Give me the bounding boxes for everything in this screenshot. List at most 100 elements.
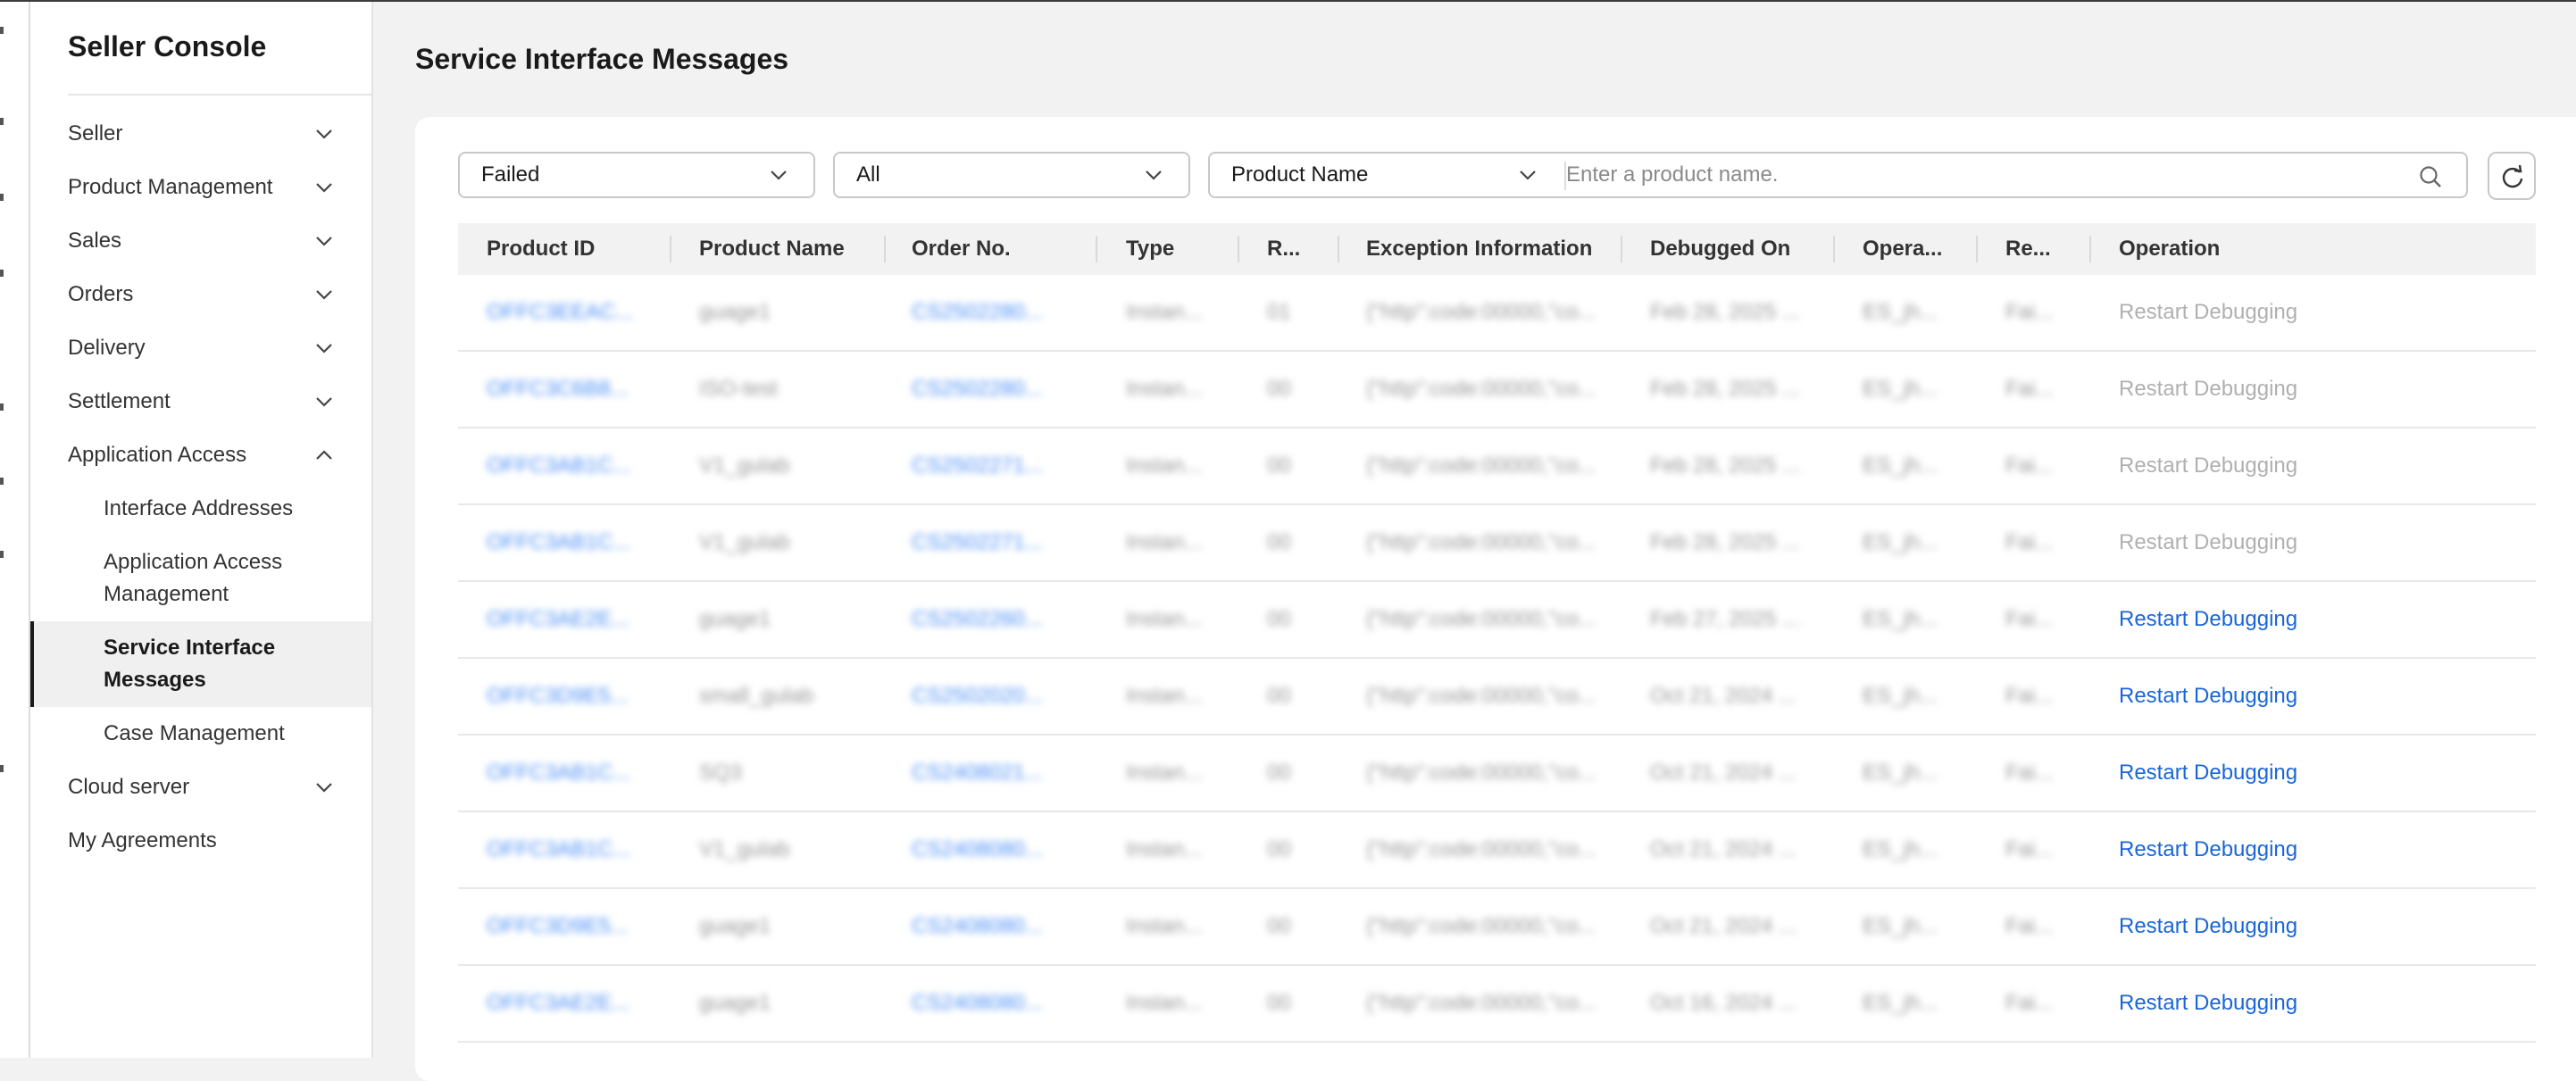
status-filter-select[interactable]: Failed (458, 152, 815, 198)
type-cell: Instan... (1126, 377, 1203, 401)
chevron-down-icon (316, 183, 332, 193)
operation-link[interactable]: Restart Debugging (2119, 275, 2387, 350)
operation-link[interactable]: Restart Debugging (2119, 505, 2387, 580)
column-header-r[interactable]: R... (1267, 223, 1300, 275)
sidebar-item-delivery[interactable]: Delivery (30, 321, 371, 375)
column-header-re[interactable]: Re... (2005, 223, 2051, 275)
sidebar-item-orders[interactable]: Orders (30, 268, 371, 321)
chevron-down-icon (316, 397, 332, 407)
sidebar-item-seller[interactable]: Seller (30, 107, 371, 161)
column-divider[interactable] (884, 236, 886, 262)
r-cell: 00 (1267, 761, 1291, 785)
order-no-cell[interactable]: CS2408080... (912, 966, 1072, 1041)
operator-cell: ES_jh... (1863, 991, 1938, 1015)
operation-link[interactable]: Restart Debugging (2119, 966, 2387, 1041)
column-header-type[interactable]: Type (1126, 223, 1174, 275)
column-header-product-id[interactable]: Product ID (487, 223, 595, 275)
operator-cell: ES_jh... (1863, 377, 1938, 401)
column-header-operator[interactable]: Opera... (1863, 223, 1942, 275)
type-filter-select[interactable]: All (833, 152, 1190, 198)
r-cell: 01 (1267, 300, 1291, 324)
r-cell: 00 (1267, 914, 1291, 938)
product-id-cell[interactable]: OFFC3AB1C... (487, 505, 647, 580)
order-no-cell[interactable]: CS2408021... (912, 736, 1072, 811)
rail-icon[interactable] (0, 270, 4, 277)
operation-link[interactable]: Restart Debugging (2119, 812, 2387, 887)
rail-icon[interactable] (0, 551, 4, 558)
order-no-cell[interactable]: CS2408080... (912, 812, 1072, 887)
sidebar-item-label: Delivery (68, 336, 146, 360)
sidebar-item-product-management[interactable]: Product Management (30, 161, 371, 214)
order-no-cell[interactable]: CS2502280... (912, 352, 1072, 427)
column-header-debugged-on[interactable]: Debugged On (1650, 223, 1790, 275)
column-divider[interactable] (2089, 236, 2091, 262)
debugged-on-cell: Feb 28, 2025 ... (1650, 530, 1801, 554)
sidebar-subitem-label: Case Management (104, 721, 285, 745)
product-id-cell[interactable]: OFFC3AE2E... (487, 966, 647, 1041)
sidebar-item-my-agreements[interactable]: My Agreements (30, 814, 371, 868)
column-divider[interactable] (1238, 236, 1239, 262)
search-input[interactable] (1566, 153, 2405, 197)
order-no-cell[interactable]: CS2502271... (912, 428, 1072, 503)
rail-icon[interactable] (0, 403, 4, 411)
sidebar-item-label: Sales (68, 229, 122, 253)
table-row: OFFC3AB1C... V1_gulab CS2502271... Instan..… (458, 428, 2536, 505)
order-no-cell[interactable]: CS2502280... (912, 275, 1072, 350)
operation-link[interactable]: Restart Debugging (2119, 889, 2387, 964)
sidebar-subitem-case-management[interactable]: Case Management (30, 707, 371, 761)
product-id-cell[interactable]: OFFC3EEAC... (487, 275, 647, 350)
product-id-cell[interactable]: OFFC3AE2E... (487, 582, 647, 657)
column-divider[interactable] (1621, 236, 1622, 262)
order-no-cell[interactable]: CS2408080... (912, 889, 1072, 964)
sidebar-item-cloud-server[interactable]: Cloud server (30, 761, 371, 814)
column-divider[interactable] (1976, 236, 1978, 262)
rail-icon[interactable] (0, 765, 4, 772)
operation-link[interactable]: Restart Debugging (2119, 736, 2387, 811)
exception-cell: {"http":code:00000,"co... (1366, 300, 1596, 324)
re-cell: Fai... (2005, 914, 2054, 938)
sidebar-subitem-interface-addresses[interactable]: Interface Addresses (30, 482, 371, 536)
operation-link[interactable]: Restart Debugging (2119, 352, 2387, 427)
sidebar-item-sales[interactable]: Sales (30, 214, 371, 268)
product-id-cell[interactable]: OFFC3C6B8... (487, 352, 647, 427)
column-header-product-name[interactable]: Product Name (699, 223, 845, 275)
column-header-order-no[interactable]: Order No. (912, 223, 1011, 275)
operator-cell: ES_jh... (1863, 684, 1938, 708)
sidebar-subitem-application-access-management[interactable]: Application Access Management (30, 536, 371, 621)
product-id-cell[interactable]: OFFC3AB1C... (487, 812, 647, 887)
column-divider[interactable] (1833, 236, 1835, 262)
operation-link[interactable]: Restart Debugging (2119, 582, 2387, 657)
status-filter-value: Failed (481, 162, 540, 187)
type-cell: Instan... (1126, 914, 1203, 938)
column-divider[interactable] (1096, 236, 1097, 262)
search-icon[interactable] (2418, 164, 2443, 189)
order-no-cell[interactable]: CS2502271... (912, 505, 1072, 580)
order-no-cell[interactable]: CS2502020... (912, 659, 1072, 734)
column-divider[interactable] (670, 236, 671, 262)
operation-link[interactable]: Restart Debugging (2119, 659, 2387, 734)
sidebar-item-settlement[interactable]: Settlement (30, 375, 371, 428)
product-id-cell[interactable]: OFFC3D9E5... (487, 659, 647, 734)
product-id-cell[interactable]: OFFC3D9E5... (487, 889, 647, 964)
sidebar-subitem-service-interface-messages[interactable]: Service Interface Messages (30, 621, 371, 707)
rail-icon[interactable] (0, 478, 4, 485)
search-field-select[interactable]: Product Name (1208, 152, 1561, 198)
order-no-cell[interactable]: CS2502260... (912, 582, 1072, 657)
product-name-cell: guage1 (699, 607, 771, 631)
product-id-cell[interactable]: OFFC3AB1C... (487, 736, 647, 811)
re-cell: Fai... (2005, 991, 2054, 1015)
rail-icon[interactable] (0, 118, 4, 125)
operation-link[interactable]: Restart Debugging (2119, 428, 2387, 503)
chevron-up-icon (316, 450, 332, 460)
refresh-button[interactable] (2488, 152, 2536, 200)
sidebar-item-label: Application Access (68, 443, 247, 467)
debugged-on-cell: Feb 27, 2025 ... (1650, 607, 1801, 631)
column-divider[interactable] (1338, 236, 1339, 262)
product-name-cell: guage1 (699, 991, 771, 1015)
product-id-cell[interactable]: OFFC3AB1C... (487, 428, 647, 503)
chevron-down-icon (1146, 170, 1162, 180)
sidebar-item-application-access[interactable]: Application Access (30, 428, 371, 482)
rail-icon[interactable] (0, 194, 4, 201)
column-header-exception-information[interactable]: Exception Information (1366, 223, 1592, 275)
rail-icon[interactable] (0, 27, 4, 34)
